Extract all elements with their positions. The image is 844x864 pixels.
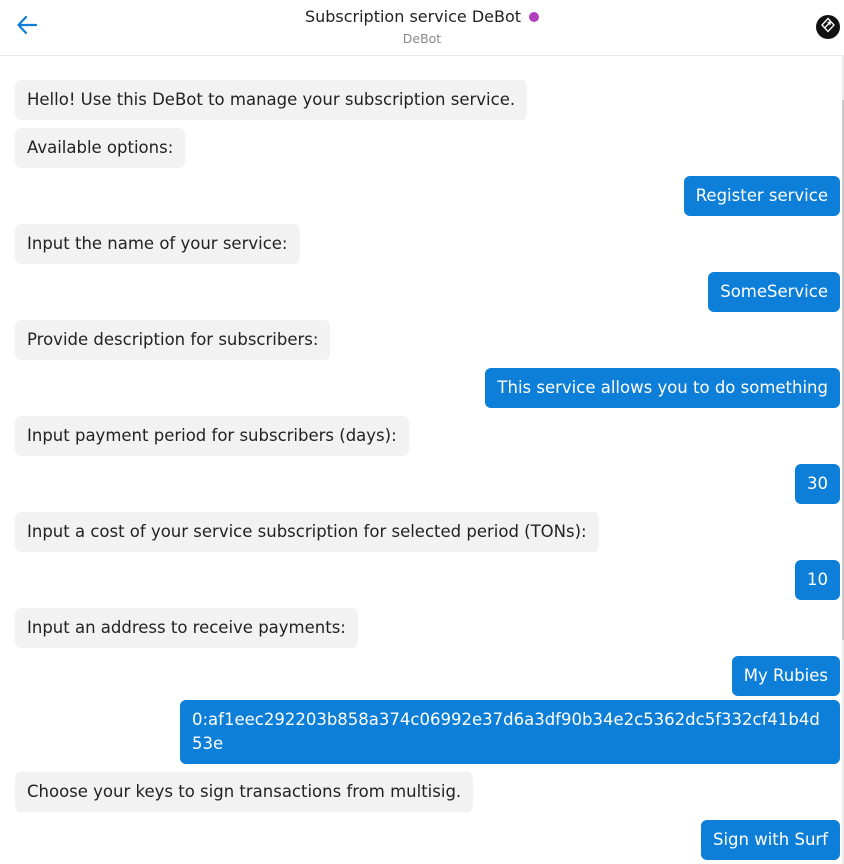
page-title-text: Subscription service DeBot [304,7,522,26]
bot-message: Input payment period for subscribers (da… [15,416,409,456]
page-title: Subscription service DeBot [304,7,540,26]
user-message: Register service [683,176,840,216]
user-message: My Rubies [731,656,840,696]
user-message-address: 0:af1eec292203b858a374c06992e37d6a3df90b… [180,700,840,764]
bot-message: Input an address to receive payments: [15,608,358,648]
user-message: 30 [795,464,840,504]
bot-message: Provide description for subscribers: [15,320,331,360]
bot-message: Available options: [15,128,186,168]
chat-header: Subscription service DeBot DeBot [0,0,844,56]
bot-message: Hello! Use this DeBot to manage your sub… [15,80,528,120]
surf-logo-icon [820,17,836,37]
bot-message: Input a cost of your service subscriptio… [15,512,599,552]
bot-message: Choose your keys to sign transactions fr… [15,772,474,812]
user-message: This service allows you to do something [485,368,840,408]
user-message: 10 [795,560,840,600]
avatar[interactable] [816,15,840,39]
user-message: SomeService [708,272,840,312]
header-title-group: Subscription service DeBot DeBot [0,7,844,46]
bot-message: Input the name of your service: [15,224,300,264]
page-subtitle: DeBot [402,31,442,46]
user-message: Sign with Surf [700,820,840,860]
status-indicator [529,11,540,22]
